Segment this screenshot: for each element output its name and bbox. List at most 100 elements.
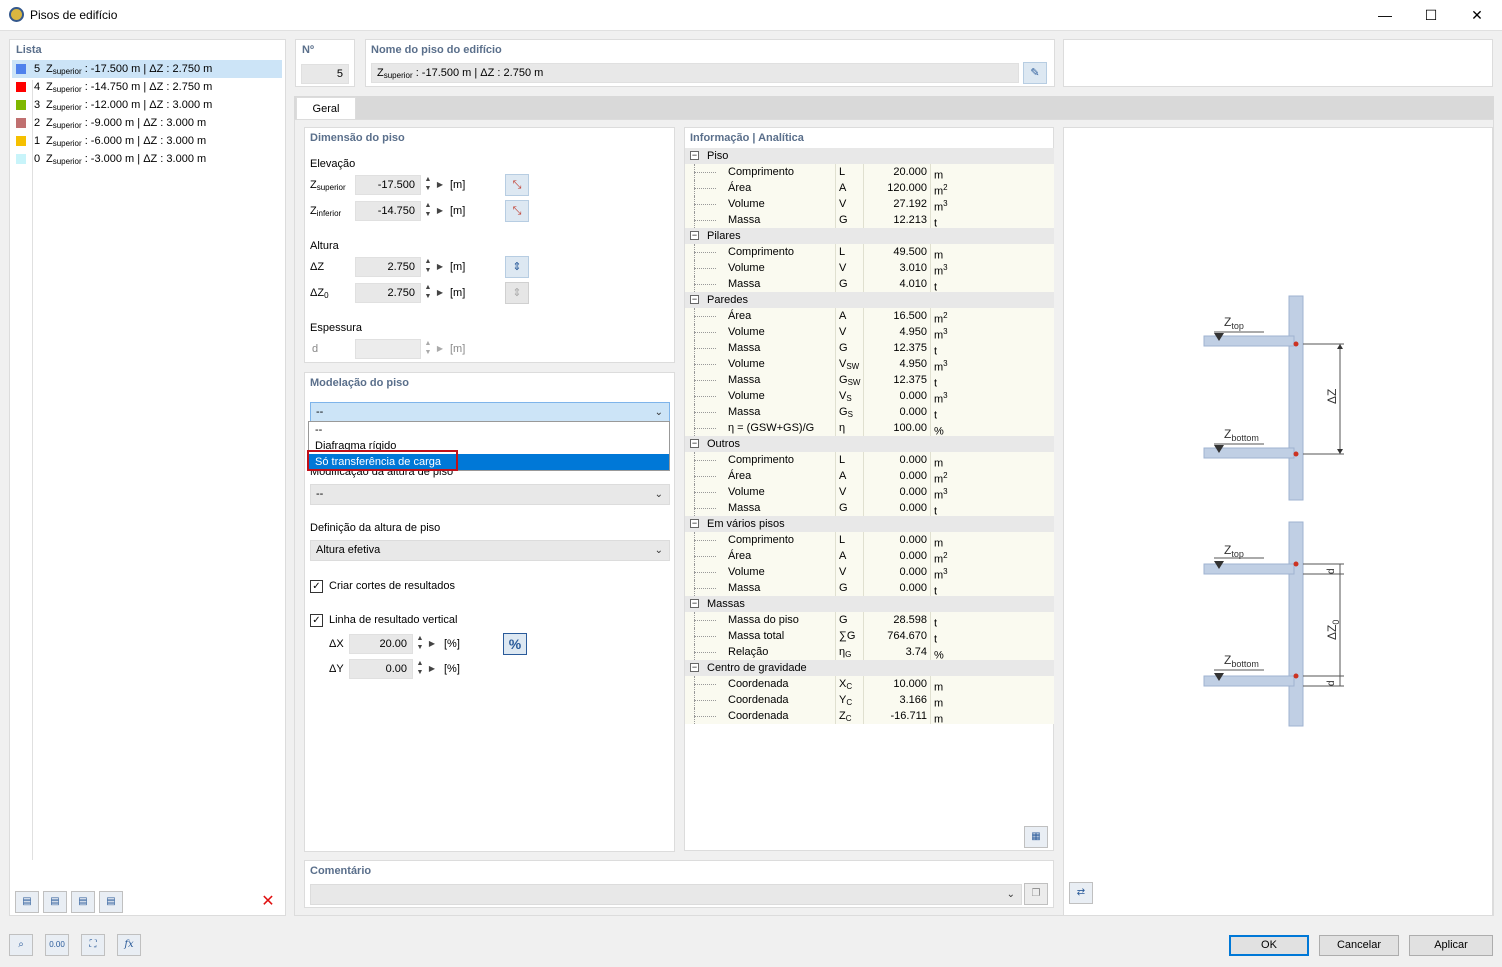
- name-field[interactable]: Zsuperior : -17.500 m | ΔZ : 2.750 m: [371, 63, 1019, 83]
- info-value: 764.670: [887, 630, 927, 642]
- info-value: 12.375: [893, 374, 927, 386]
- info-group[interactable]: − Paredes: [685, 292, 1054, 308]
- percent-button[interactable]: %: [503, 633, 527, 655]
- collapse-icon[interactable]: −: [690, 599, 699, 608]
- info-group-name: Centro de gravidade: [707, 662, 807, 674]
- floor-list-item[interactable]: 5 Zsuperior : -17.500 m | ΔZ : 2.750 m: [12, 60, 282, 78]
- collapse-icon[interactable]: −: [690, 295, 699, 304]
- insert-floor-icon[interactable]: ▤: [71, 891, 95, 913]
- info-unit: m: [934, 681, 944, 694]
- z-superior-input[interactable]: -17.500: [355, 175, 421, 195]
- dz-arrow[interactable]: ▶: [435, 257, 445, 277]
- dz0-spinner[interactable]: ▲ ▼: [421, 283, 435, 303]
- apply-button[interactable]: Aplicar: [1409, 935, 1493, 956]
- z-inferior-arrow[interactable]: ▶: [435, 201, 445, 221]
- renumber-floor-icon[interactable]: ▤: [99, 891, 123, 913]
- dx-input[interactable]: 20.00: [349, 634, 413, 654]
- height-definition-label: Definição da altura de piso: [310, 522, 441, 534]
- z-superior-arrow[interactable]: ▶: [435, 175, 445, 195]
- floor-list-item[interactable]: 3 Zsuperior : -12.000 m | ΔZ : 3.000 m: [12, 96, 282, 114]
- z-inferior-spinner[interactable]: ▲ ▼: [421, 201, 435, 221]
- info-group[interactable]: − Em vários pisos: [685, 516, 1054, 532]
- create-cuts-checkbox[interactable]: ✓: [310, 580, 323, 593]
- dz-spinner[interactable]: ▲ ▼: [421, 257, 435, 277]
- diagram-options-icon[interactable]: ⇄: [1069, 882, 1093, 904]
- info-group[interactable]: − Pilares: [685, 228, 1054, 244]
- info-value: 4.950: [899, 326, 927, 338]
- info-row: Massa G 0.000 t: [685, 500, 1054, 518]
- dz-input[interactable]: 2.750: [355, 257, 421, 277]
- info-group[interactable]: − Outros: [685, 436, 1054, 452]
- height-modification-combo[interactable]: -- ⌄: [310, 484, 670, 505]
- ok-button[interactable]: OK: [1229, 935, 1309, 956]
- pick-dz-icon[interactable]: ⇕: [505, 256, 529, 278]
- copy-floor-icon[interactable]: ▤: [43, 891, 67, 913]
- cancel-button[interactable]: Cancelar: [1319, 935, 1399, 956]
- info-group[interactable]: − Centro de gravidade: [685, 660, 1054, 676]
- z-superior-spinner[interactable]: ▲ ▼: [421, 175, 435, 195]
- info-label: Massa total: [728, 630, 785, 642]
- copy-comment-icon[interactable]: ❐: [1024, 883, 1048, 905]
- d-input[interactable]: [355, 339, 421, 359]
- maximize-button[interactable]: ☐: [1408, 0, 1454, 31]
- number-panel: Nº 5: [295, 39, 355, 87]
- title-bar: Pisos de edifício — ☐ ✕: [0, 0, 1502, 31]
- collapse-icon[interactable]: −: [690, 663, 699, 672]
- pick-dz0-icon[interactable]: ⇕: [505, 282, 529, 304]
- delete-icon[interactable]: ✕: [257, 891, 279, 913]
- minimize-button[interactable]: —: [1362, 0, 1408, 31]
- dy-spinner[interactable]: ▲ ▼: [413, 659, 427, 679]
- numbers-icon[interactable]: 0.00: [45, 934, 69, 956]
- d-arrow[interactable]: ▶: [435, 339, 445, 359]
- info-label: Massa: [728, 214, 761, 226]
- info-label: Comprimento: [728, 246, 795, 258]
- info-group-name: Pilares: [707, 230, 741, 242]
- number-field[interactable]: 5: [301, 64, 349, 84]
- dropdown-option[interactable]: --: [309, 422, 669, 438]
- info-group[interactable]: − Piso: [685, 148, 1054, 164]
- dz0-arrow[interactable]: ▶: [435, 283, 445, 303]
- height-definition-combo[interactable]: Altura efetiva ⌄: [310, 540, 670, 561]
- tab-geral[interactable]: Geral: [296, 97, 356, 120]
- info-group[interactable]: − Massas: [685, 596, 1054, 612]
- floor-label: Zsuperior : -17.500 m | ΔZ : 2.750 m: [46, 63, 213, 76]
- pick-z-inferior-icon[interactable]: ⤡: [505, 200, 529, 222]
- vertical-line-checkbox[interactable]: ✓: [310, 614, 323, 627]
- floor-number: 0: [34, 153, 41, 165]
- dy-input[interactable]: 0.00: [349, 659, 413, 679]
- dx-spinner[interactable]: ▲ ▼: [413, 634, 427, 654]
- info-symbol: GS: [839, 406, 853, 419]
- pick-z-superior-icon[interactable]: ⤡: [505, 174, 529, 196]
- model-icon[interactable]: ⛶: [81, 934, 105, 956]
- formula-icon[interactable]: fx: [117, 934, 141, 956]
- tab-bar: [294, 96, 1494, 119]
- floor-list-item[interactable]: 0 Zsuperior : -3.000 m | ΔZ : 3.000 m: [12, 150, 282, 168]
- chevron-down-icon: ⌄: [1006, 889, 1015, 900]
- collapse-icon[interactable]: −: [690, 519, 699, 528]
- collapse-icon[interactable]: −: [690, 231, 699, 240]
- dz0-input[interactable]: 2.750: [355, 283, 421, 303]
- search-icon[interactable]: ⌕: [9, 934, 33, 956]
- comment-combo[interactable]: ⌄: [310, 884, 1022, 905]
- tree-guide: [32, 80, 33, 860]
- floor-list-item[interactable]: 1 Zsuperior : -6.000 m | ΔZ : 3.000 m: [12, 132, 282, 150]
- collapse-icon[interactable]: −: [690, 151, 699, 160]
- modelling-combo[interactable]: -- ⌄: [310, 402, 670, 423]
- info-value: 0.000: [899, 502, 927, 514]
- chevron-down-icon: ⌄: [654, 489, 663, 500]
- export-table-icon[interactable]: ▦: [1024, 826, 1048, 848]
- floor-list-item[interactable]: 2 Zsuperior : -9.000 m | ΔZ : 3.000 m: [12, 114, 282, 132]
- d-spinner[interactable]: ▲ ▼: [421, 339, 435, 359]
- floor-list-item[interactable]: 4 Zsuperior : -14.750 m | ΔZ : 2.750 m: [12, 78, 282, 96]
- close-button[interactable]: ✕: [1454, 0, 1500, 31]
- floor-color-swatch: [16, 82, 26, 93]
- collapse-icon[interactable]: −: [690, 439, 699, 448]
- info-value: 4.950: [899, 358, 927, 370]
- z-inferior-input[interactable]: -14.750: [355, 201, 421, 221]
- new-floor-icon[interactable]: ▤: [15, 891, 39, 913]
- info-unit: t: [934, 281, 938, 294]
- edit-name-icon[interactable]: ✎: [1023, 62, 1047, 84]
- dx-arrow[interactable]: ▶: [427, 634, 437, 654]
- window-title: Pisos de edifício: [30, 8, 118, 22]
- dy-arrow[interactable]: ▶: [427, 659, 437, 679]
